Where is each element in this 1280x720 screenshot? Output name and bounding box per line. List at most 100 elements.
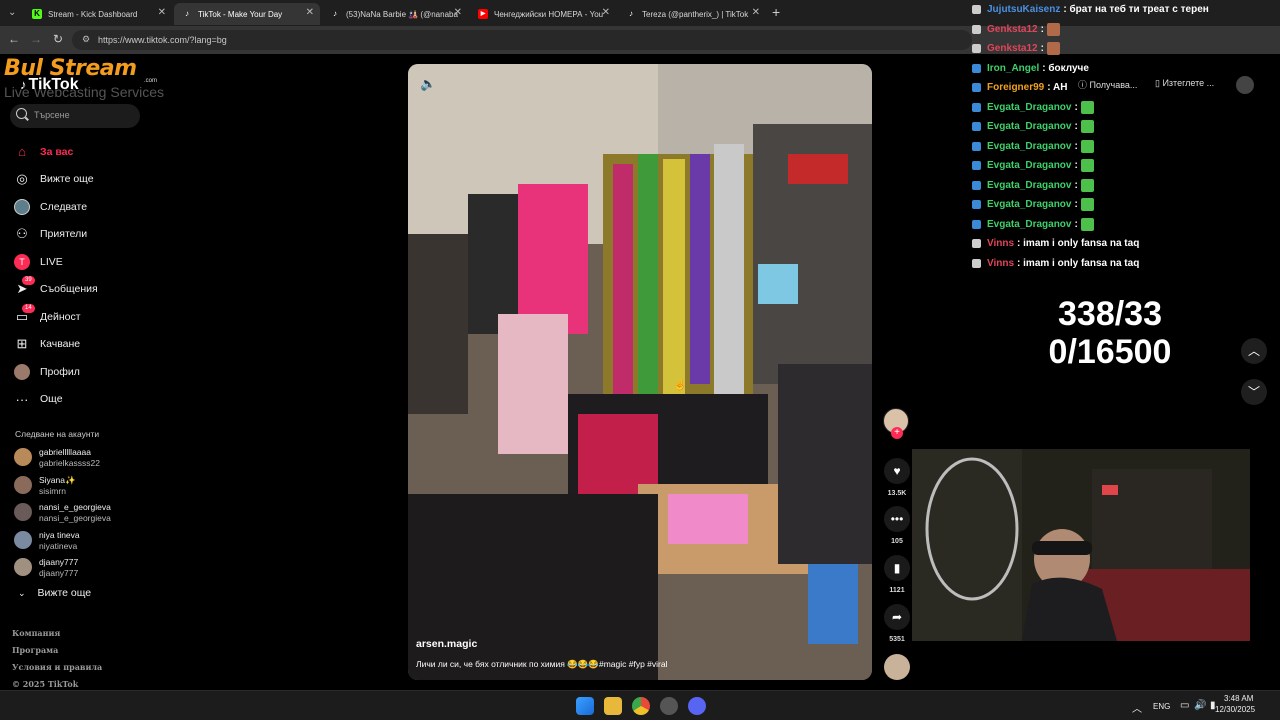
chat-username[interactable]: Evgata_Draganov (987, 160, 1071, 171)
see-more-accounts-button[interactable]: ⌄ Вижте още (18, 587, 91, 599)
site-info-icon[interactable]: ⚙ (82, 34, 90, 45)
chat-username[interactable]: Genksta12 (987, 24, 1038, 35)
tab-youtube-video[interactable]: ▶ Ченгеджийски НОМЕРА - You ✕ (470, 3, 616, 25)
follow-plus-icon[interactable]: + (891, 427, 903, 439)
next-video-button[interactable]: ﹀ (1241, 379, 1267, 405)
chat-username[interactable]: Evgata_Draganov (987, 199, 1071, 210)
tab-tereza-profile[interactable]: ♪ Tereza (@pantherix_) | TikTok ✕ (618, 3, 766, 25)
chat-username[interactable]: Evgata_Draganov (987, 141, 1071, 152)
sidebar-item-following[interactable]: Следвате (0, 193, 190, 221)
account-name: niya tineva (39, 529, 80, 540)
sidebar-item-friends[interactable]: ⚇ Приятели (0, 221, 190, 249)
chat-username[interactable]: Vinns (987, 238, 1014, 249)
sidebar-item-more[interactable]: ··· Още (0, 386, 190, 414)
chat-message: Vinns: imam i only fansa na taq (972, 254, 1139, 274)
chat-badge-icon (972, 180, 981, 190)
chat-message: Evgata_Draganov: (972, 176, 1094, 196)
chat-text: : (1074, 160, 1078, 172)
chat-message: Evgata_Draganov: (972, 195, 1094, 215)
sidebar-item-messages[interactable]: ➤ 39 Съобщения (0, 276, 190, 304)
chat-username[interactable]: Vinns (987, 258, 1014, 269)
like-button[interactable]: ♥ 13.5K (883, 458, 911, 497)
forward-button[interactable]: → (28, 32, 44, 46)
close-icon[interactable]: ✕ (306, 7, 314, 18)
sidebar-item-profile[interactable]: Профил (0, 358, 190, 386)
sidebar-item-label: LIVE (40, 255, 63, 268)
sound-avatar[interactable] (883, 654, 911, 680)
chat-username[interactable]: Foreigner99 (987, 82, 1044, 93)
chat-text: : (1074, 121, 1078, 133)
counter-line-2: 0/16500 (1048, 333, 1172, 371)
download-app-button[interactable]: ▯ Изтеглете ... (1155, 78, 1214, 89)
chat-username[interactable]: Evgata_Draganov (987, 102, 1071, 113)
chrome-icon[interactable] (632, 697, 650, 715)
close-icon[interactable]: ✕ (454, 7, 462, 18)
chat-username[interactable]: Evgata_Draganov (987, 121, 1071, 132)
volume-icon[interactable]: 🔈 (420, 76, 436, 92)
profile-avatar-icon (14, 363, 30, 380)
video-player[interactable]: 🔈 ☝ arsen.magic Личи ли си, че бях отлич… (408, 64, 872, 680)
sidebar-item-for-you[interactable]: ⌂ За вас (0, 138, 190, 166)
discord-icon[interactable] (688, 697, 706, 715)
chevron-down-icon: ⌄ (18, 588, 26, 598)
user-avatar[interactable] (1236, 76, 1254, 94)
sidebar-item-explore[interactable]: ◎ Вижте още (0, 166, 190, 194)
comment-button[interactable]: ••• 105 (883, 506, 911, 545)
mouse-cursor-icon: ☝ (673, 379, 687, 391)
tab-label: TikTok - Make Your Day (198, 9, 283, 19)
chat-username[interactable]: Iron_Angel (987, 63, 1039, 74)
reload-button[interactable]: ↻ (50, 32, 66, 46)
address-bar[interactable]: ⚙ https://www.tiktok.com/?lang=bg (72, 30, 972, 50)
file-explorer-icon[interactable] (604, 697, 622, 715)
close-icon[interactable]: ✕ (602, 7, 610, 18)
avatar (14, 558, 32, 576)
chat-emote-icon (1080, 178, 1094, 192)
close-icon[interactable]: ✕ (752, 7, 760, 18)
tab-tiktok-home[interactable]: ♪ TikTok - Make Your Day ✕ (174, 3, 320, 25)
chat-text: : брат на теб ти треат с терен (1063, 4, 1209, 16)
download-label: Изтеглете ... (1162, 78, 1215, 88)
comment-count: 105 (891, 538, 903, 545)
search-input[interactable]: Търсене (10, 104, 140, 128)
save-button[interactable]: ▮ 1121 (883, 555, 911, 594)
upload-icon: ⊞ (16, 336, 28, 352)
clock-date[interactable]: 12/30/2025 (1215, 705, 1255, 714)
back-button[interactable]: ← (6, 32, 22, 46)
chat-badge-icon (972, 219, 981, 229)
tab-kick-dashboard[interactable]: K Stream - Kick Dashboard ✕ (24, 3, 172, 25)
sidebar-item-upload[interactable]: ⊞ Качване (0, 331, 190, 359)
tab-label: Ченгеджийски НОМЕРА - You (494, 9, 604, 19)
receiving-extension-button[interactable]: ⓘ Получава... (1078, 78, 1137, 91)
chevron-up-icon[interactable]: ︿ (1132, 700, 1142, 715)
volume-tray-icon[interactable]: 🔊 (1194, 700, 1206, 711)
new-tab-button[interactable]: + (772, 4, 780, 20)
author-avatar[interactable]: + (883, 408, 909, 439)
network-icon[interactable]: ▭ (1180, 700, 1189, 711)
tiktok-logo[interactable]: ♪ TikTok (20, 76, 79, 94)
footer-link-terms[interactable]: Условия и правила (12, 662, 102, 679)
sidebar-item-label: Вижте още (40, 173, 94, 186)
video-author[interactable]: arsen.magic (416, 638, 477, 650)
tab-search-icon[interactable]: ⌄ (8, 7, 16, 18)
chat-username[interactable]: JujutsuKaisenz (987, 4, 1060, 15)
footer-link-company[interactable]: Компания (12, 628, 102, 645)
sidebar-item-activity[interactable]: ▭ 14 Дейност (0, 303, 190, 331)
footer-link-program[interactable]: Програма (12, 645, 102, 662)
windows-start-icon[interactable] (576, 697, 594, 715)
see-more-label: Вижте още (37, 587, 92, 599)
clock-time[interactable]: 3:48 AM (1224, 694, 1253, 703)
obs-icon[interactable] (660, 697, 678, 715)
close-icon[interactable]: ✕ (158, 7, 166, 18)
messages-badge: 39 (22, 276, 35, 286)
tab-nana-barbie[interactable]: ♪ (53)NaNa Barbie 🎎 (@nanaba ✕ (322, 3, 468, 25)
share-button[interactable]: ➦ 5351 (883, 604, 911, 643)
language-indicator[interactable]: ENG (1153, 702, 1170, 711)
chat-username[interactable]: Evgata_Draganov (987, 180, 1071, 191)
chat-username[interactable]: Genksta12 (987, 43, 1038, 54)
account-handle: sisimrn (39, 485, 66, 496)
sidebar-item-live[interactable]: T LIVE (0, 248, 190, 276)
tiktok-favicon-icon: ♪ (185, 9, 189, 18)
sidebar-item-label: Следвате (40, 200, 88, 213)
previous-video-button[interactable]: ︿ (1241, 338, 1267, 364)
chat-username[interactable]: Evgata_Draganov (987, 219, 1071, 230)
